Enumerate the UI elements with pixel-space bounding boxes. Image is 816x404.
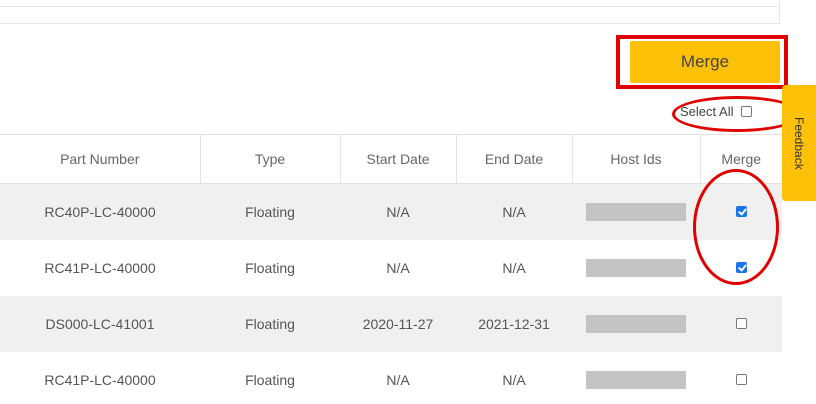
cell-start-date: N/A xyxy=(340,183,456,240)
host-ids-redacted xyxy=(586,371,686,390)
cell-merge xyxy=(700,296,782,352)
feedback-tab[interactable]: Feedback xyxy=(782,85,816,201)
top-panel xyxy=(0,0,780,24)
cell-type: Floating xyxy=(200,183,340,240)
select-all-checkbox[interactable] xyxy=(741,106,753,117)
cell-merge xyxy=(700,240,782,296)
cell-end-date: N/A xyxy=(456,352,572,404)
cell-part-number: RC41P-LC-40000 xyxy=(0,352,200,404)
cell-type: Floating xyxy=(200,240,340,296)
table-row: RC40P-LC-40000 Floating N/A N/A xyxy=(0,183,782,240)
column-header-type[interactable]: Type xyxy=(199,134,340,184)
cell-start-date: N/A xyxy=(340,240,456,296)
cell-part-number: RC40P-LC-40000 xyxy=(0,183,200,240)
cell-type: Floating xyxy=(200,296,340,352)
cell-start-date: N/A xyxy=(340,352,456,404)
cell-host-ids xyxy=(572,183,700,240)
cell-host-ids xyxy=(572,296,700,352)
host-ids-redacted xyxy=(586,315,686,334)
host-ids-redacted xyxy=(586,203,686,222)
cell-host-ids xyxy=(572,240,700,296)
top-divider xyxy=(0,6,780,7)
table-row: RC41P-LC-40000 Floating N/A N/A xyxy=(0,352,782,404)
merge-button[interactable]: Merge xyxy=(630,41,780,83)
cell-host-ids xyxy=(572,352,700,404)
column-header-end-date[interactable]: End Date xyxy=(455,134,572,184)
cell-end-date: N/A xyxy=(456,183,572,240)
licenses-table: Part Number Type Start Date End Date Hos… xyxy=(0,134,782,404)
merge-checkbox[interactable] xyxy=(735,374,747,385)
column-header-host-ids[interactable]: Host Ids xyxy=(571,134,700,184)
table-header-row: Part Number Type Start Date End Date Hos… xyxy=(0,134,782,184)
cell-merge xyxy=(700,183,782,240)
column-header-merge[interactable]: Merge xyxy=(699,134,782,184)
select-all-control[interactable]: Select All xyxy=(680,104,753,119)
merge-checkbox[interactable] xyxy=(735,262,747,273)
cell-part-number: DS000-LC-41001 xyxy=(0,296,200,352)
column-header-start-date[interactable]: Start Date xyxy=(339,134,456,184)
licenses-table-wrap: Part Number Type Start Date End Date Hos… xyxy=(0,134,782,404)
feedback-label: Feedback xyxy=(792,116,806,170)
cell-end-date: N/A xyxy=(456,240,572,296)
cell-type: Floating xyxy=(200,352,340,404)
page: Merge Select All Feedback Part Number Ty… xyxy=(0,0,816,404)
cell-merge xyxy=(700,352,782,404)
cell-start-date: 2020-11-27 xyxy=(340,296,456,352)
merge-checkbox[interactable] xyxy=(735,318,747,329)
cell-end-date: 2021-12-31 xyxy=(456,296,572,352)
select-all-label: Select All xyxy=(680,104,734,119)
merge-checkbox[interactable] xyxy=(735,206,747,217)
column-header-part-number[interactable]: Part Number xyxy=(0,134,200,184)
cell-part-number: RC41P-LC-40000 xyxy=(0,240,200,296)
table-row: RC41P-LC-40000 Floating N/A N/A xyxy=(0,240,782,296)
table-row: DS000-LC-41001 Floating 2020-11-27 2021-… xyxy=(0,296,782,352)
host-ids-redacted xyxy=(586,259,686,278)
